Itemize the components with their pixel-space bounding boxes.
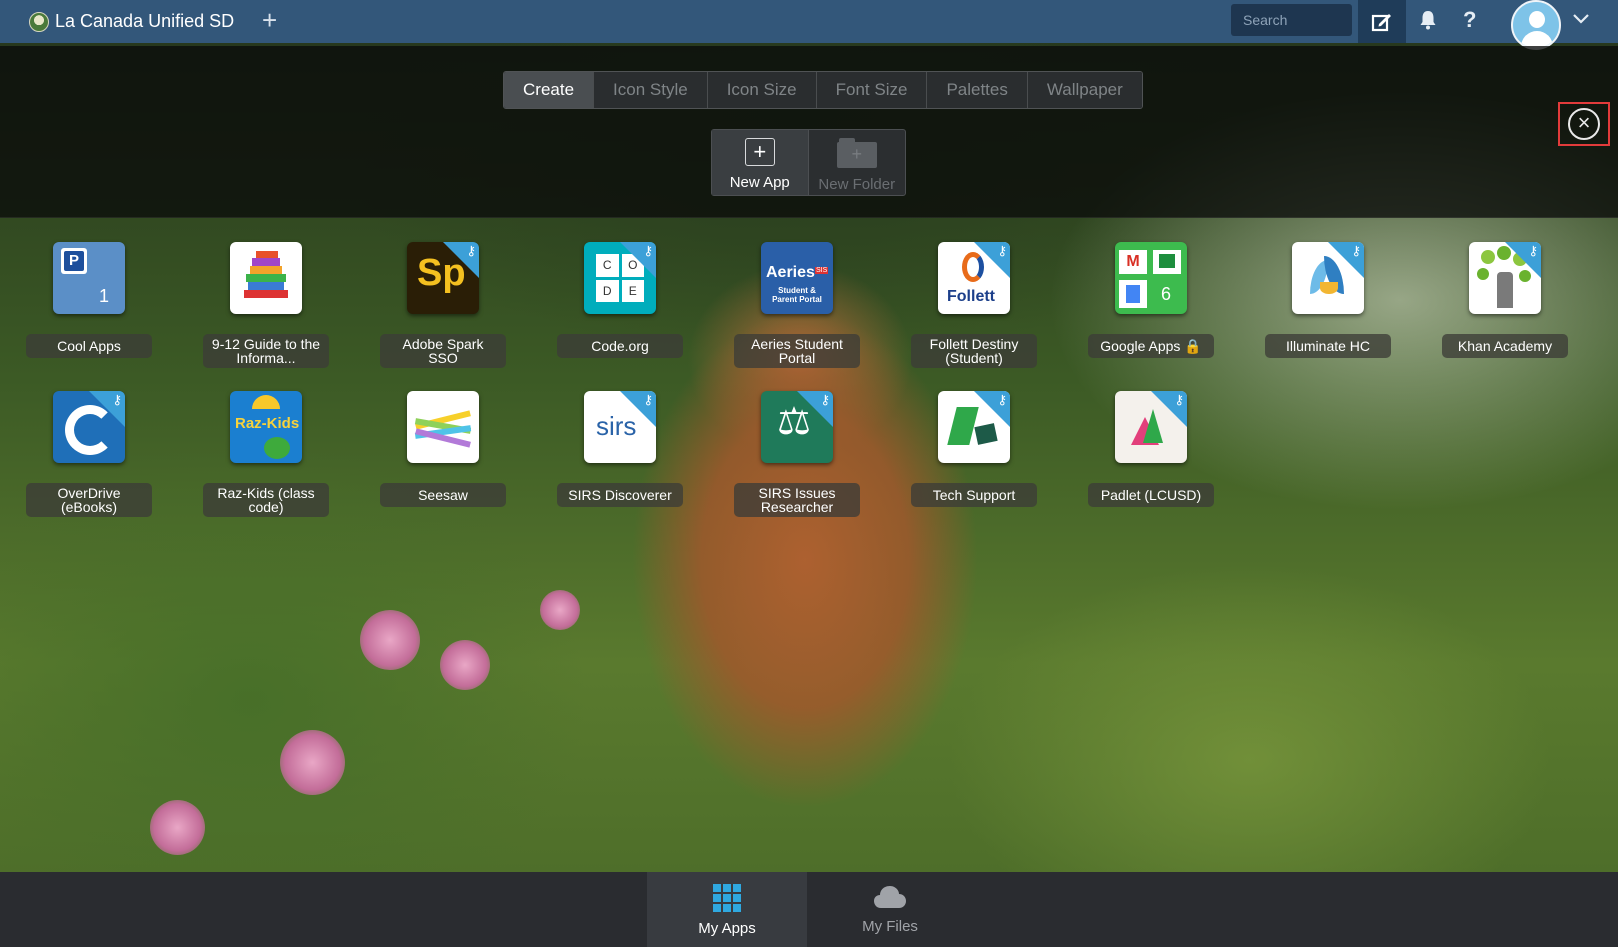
edit-panel: Create Icon Style Icon Size Font Size Pa…: [0, 46, 1618, 218]
avatar[interactable]: [1511, 0, 1561, 50]
follett-icon: Follett ⚷: [938, 242, 1010, 314]
app-tech-support[interactable]: ⚷ Tech Support: [910, 391, 1038, 507]
app-label: Aeries Student Portal: [734, 334, 860, 368]
tab-font-size[interactable]: Font Size: [816, 72, 928, 108]
help-icon[interactable]: ?: [1463, 7, 1476, 33]
nav-label: My Files: [862, 918, 918, 935]
app-label: Raz-Kids (class code): [203, 483, 329, 517]
tech-support-icon: ⚷: [938, 391, 1010, 463]
close-edit-panel-button[interactable]: ×: [1558, 102, 1610, 146]
app-illuminate[interactable]: ⚷ Illuminate HC: [1264, 242, 1392, 358]
nav-my-apps[interactable]: My Apps: [647, 872, 807, 947]
app-label: Khan Academy: [1442, 334, 1568, 358]
illuminate-icon: ⚷: [1292, 242, 1364, 314]
overdrive-icon: ⚷: [53, 391, 125, 463]
app-label: Tech Support: [911, 483, 1037, 507]
wallpaper-flower: [150, 800, 205, 855]
bottom-nav: My Apps My Files: [0, 872, 1618, 947]
tab-icon-size[interactable]: Icon Size: [707, 72, 817, 108]
google-apps-icon: M 6: [1115, 242, 1187, 314]
district-logo-icon: [29, 12, 49, 32]
tab-wallpaper[interactable]: Wallpaper: [1027, 72, 1142, 108]
app-khan-academy[interactable]: ⚷ Khan Academy: [1441, 242, 1569, 358]
edit-tabs: Create Icon Style Icon Size Font Size Pa…: [503, 71, 1143, 109]
edit-icon: [1371, 13, 1391, 31]
app-label: 9-12 Guide to the Informa...: [203, 334, 329, 368]
wallpaper-flower: [280, 730, 345, 795]
code-org-icon: C O D E ⚷: [584, 242, 656, 314]
khan-academy-icon: ⚷: [1469, 242, 1541, 314]
seesaw-icon: [407, 391, 479, 463]
tab-create[interactable]: Create: [504, 72, 595, 108]
wallpaper-flower: [360, 610, 420, 670]
nav-label: My Apps: [698, 920, 756, 937]
edit-button[interactable]: [1358, 0, 1406, 43]
app-label: SIRS Issues Researcher: [734, 483, 860, 517]
app-code-org[interactable]: C O D E ⚷ Code.org: [556, 242, 684, 358]
app-padlet[interactable]: ⚷ Padlet (LCUSD): [1087, 391, 1215, 507]
adobe-spark-icon: Sp ⚷: [407, 242, 479, 314]
add-tab-button[interactable]: +: [262, 7, 277, 33]
top-bar: La Canada Unified SD + ?: [0, 0, 1618, 50]
app-label: Padlet (LCUSD): [1088, 483, 1214, 507]
aeries-icon: Aeries SIS Student & Parent Portal: [761, 242, 833, 314]
app-sirs-discoverer[interactable]: sirs ⚷ SIRS Discoverer: [556, 391, 684, 507]
app-label: Google Apps 🔒: [1088, 334, 1214, 358]
cloud-icon: [874, 886, 906, 908]
app-follett[interactable]: Follett ⚷ Follett Destiny (Student): [910, 242, 1038, 368]
bell-icon[interactable]: [1419, 10, 1437, 30]
app-label: Code.org: [557, 334, 683, 358]
nav-my-files[interactable]: My Files: [810, 872, 970, 947]
app-label: OverDrive (eBooks): [26, 483, 152, 517]
app-adobe-spark[interactable]: Sp ⚷ Adobe Spark SSO: [379, 242, 507, 368]
books-icon: [230, 242, 302, 314]
new-app-button[interactable]: + New App: [712, 130, 809, 195]
app-9-12-guide[interactable]: 9-12 Guide to the Informa...: [202, 242, 330, 368]
app-google-apps[interactable]: M 6 Google Apps 🔒: [1087, 242, 1215, 358]
app-label: Adobe Spark SSO: [380, 334, 506, 368]
app-sirs-issues[interactable]: ⚖ ⚷ SIRS Issues Researcher: [733, 391, 861, 517]
close-icon: ×: [1568, 108, 1600, 140]
tab-palettes[interactable]: Palettes: [927, 72, 1028, 108]
grid-icon: [713, 884, 741, 912]
lock-icon: 🔒: [1184, 338, 1202, 354]
padlet-icon: ⚷: [1115, 391, 1187, 463]
folder-p-icon: P 1: [53, 242, 125, 314]
app-label: Follett Destiny (Student): [911, 334, 1037, 368]
search-input[interactable]: [1231, 4, 1352, 36]
app-aeries[interactable]: Aeries SIS Student & Parent Portal Aerie…: [733, 242, 861, 368]
new-folder-label: New Folder: [818, 176, 896, 193]
new-folder-button[interactable]: + New Folder: [809, 130, 906, 195]
chevron-down-icon[interactable]: [1572, 12, 1590, 26]
app-label: Seesaw: [380, 483, 506, 507]
sirs-icon: sirs ⚷: [584, 391, 656, 463]
scales-icon: ⚖ ⚷: [761, 391, 833, 463]
app-overdrive[interactable]: ⚷ OverDrive (eBooks): [25, 391, 153, 517]
new-app-label: New App: [729, 174, 790, 191]
folder-icon: +: [836, 138, 877, 168]
wallpaper-flower: [540, 590, 580, 630]
app-raz-kids[interactable]: Raz-Kids Raz-Kids (class code): [202, 391, 330, 517]
app-seesaw[interactable]: Seesaw: [379, 391, 507, 507]
app-label: SIRS Discoverer: [557, 483, 683, 507]
app-label: Cool Apps: [26, 334, 152, 358]
app-label: Illuminate HC: [1265, 334, 1391, 358]
plus-icon: +: [744, 138, 775, 166]
create-options: + New App + New Folder: [711, 129, 906, 196]
wallpaper-flower: [440, 640, 490, 690]
org-name[interactable]: La Canada Unified SD: [55, 11, 234, 32]
raz-kids-icon: Raz-Kids: [230, 391, 302, 463]
tab-icon-style[interactable]: Icon Style: [594, 72, 708, 108]
app-cool-apps[interactable]: P 1 Cool Apps: [25, 242, 153, 358]
